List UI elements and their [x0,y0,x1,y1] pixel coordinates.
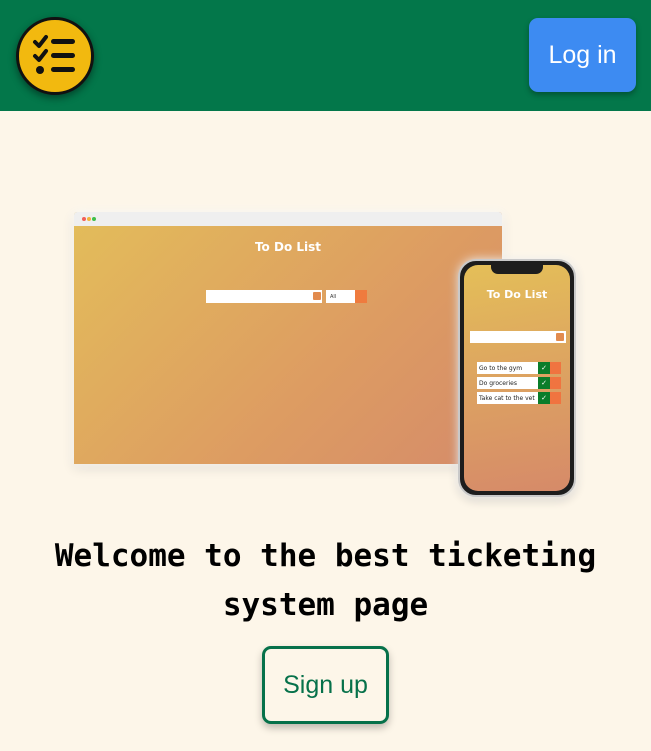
todo-text: Do groceries [477,377,538,389]
add-icon [556,333,564,341]
browser-title-bar [74,212,502,226]
hero-illustration: To Do List All To Do List Go to the gym … [0,0,651,751]
phone-todo-item: Do groceries ✓ [477,377,562,389]
signup-button[interactable]: Sign up [262,646,389,724]
welcome-heading: Welcome to the best ticketing system pag… [0,532,651,630]
check-icon: ✓ [538,377,550,389]
trash-icon [550,362,561,374]
phone-screen: To Do List Go to the gym ✓ Do groceries … [464,265,570,491]
minimize-dot-icon [87,217,91,221]
browser-mockup: To Do List All [74,212,502,464]
phone-app-title: To Do List [486,288,548,301]
browser-filter-button [355,290,367,303]
maximize-dot-icon [92,217,96,221]
browser-todo-input [206,290,322,303]
check-icon: ✓ [538,392,550,404]
phone-todo-input [470,331,566,343]
todo-text: Take cat to the vet [477,392,538,404]
browser-filter-select: All [326,290,355,303]
phone-todo-item: Take cat to the vet ✓ [477,392,562,404]
add-icon [313,292,321,300]
welcome-line-1: Welcome to the best ticketing [54,538,597,574]
login-button[interactable]: Log in [529,18,636,92]
welcome-line-2: system page [222,587,429,623]
phone-todo-item: Go to the gym ✓ [477,362,562,374]
checklist-icon [33,35,75,74]
todo-text: Go to the gym [477,362,538,374]
close-dot-icon [82,217,86,221]
trash-icon [550,377,561,389]
browser-app-title: To Do List [254,240,322,254]
trash-icon [550,392,561,404]
phone-notch [491,265,543,274]
navbar: Log in [0,0,651,111]
checklist-logo-icon[interactable] [16,17,94,95]
check-icon: ✓ [538,362,550,374]
phone-mockup: To Do List Go to the gym ✓ Do groceries … [458,259,576,497]
